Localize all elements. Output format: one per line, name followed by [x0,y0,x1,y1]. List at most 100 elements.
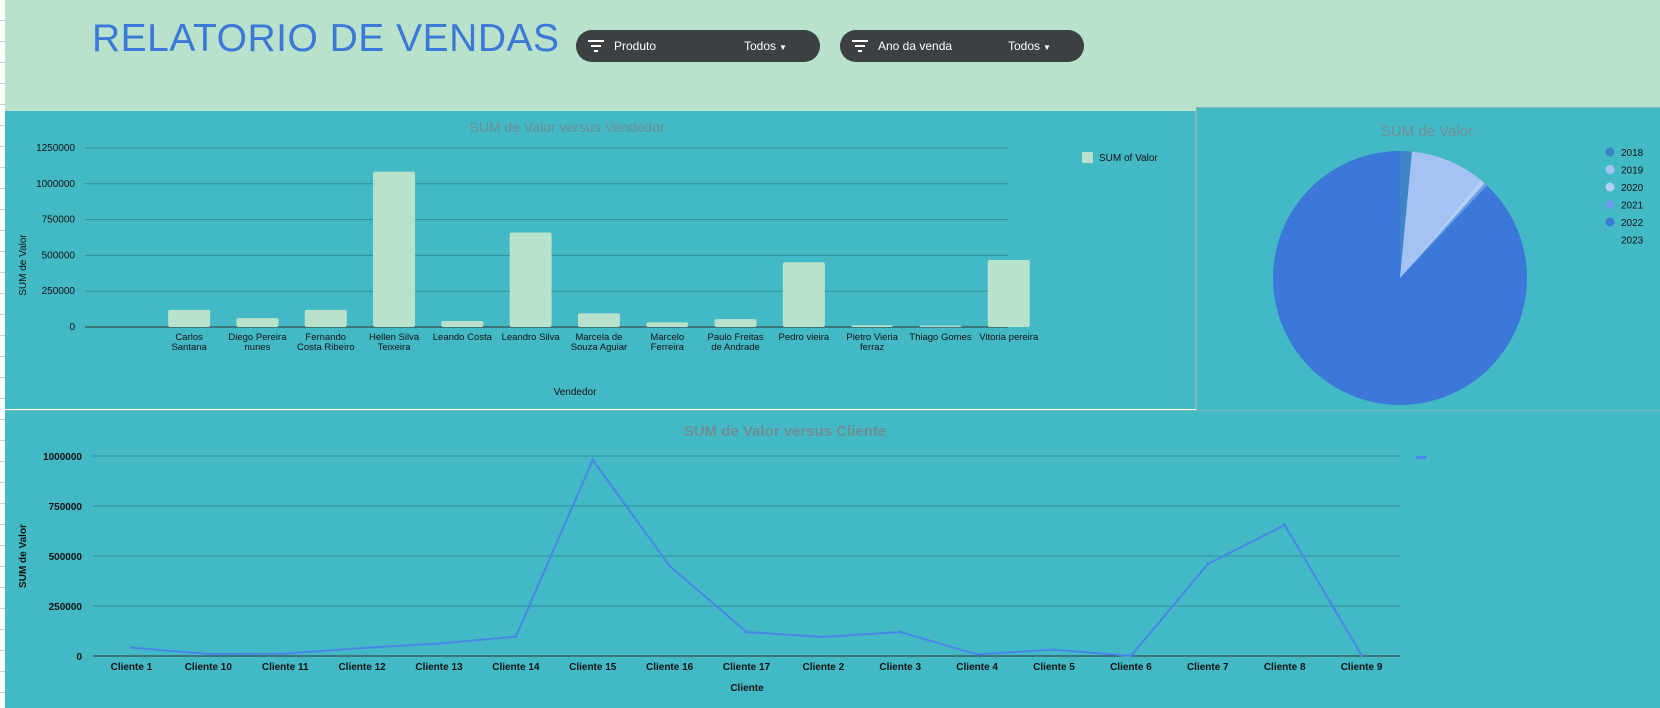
data-point [514,635,518,639]
bar [236,318,279,327]
bar [782,262,825,327]
x-tick-label: ferraz [860,342,885,353]
y-tick-label: 250000 [42,286,76,297]
filter-value[interactable]: Todos ▼ [744,39,787,53]
x-tick-label: Cliente 9 [1341,662,1383,673]
x-tick-label: Ferreira [651,342,685,353]
x-tick-label: Cliente 7 [1187,662,1229,673]
x-tick-label: Leandro Silva [502,332,561,343]
dropdown-arrow-icon: ▼ [1043,43,1051,52]
pie-chart-panel: SUM de Valor 2018 2019 2020 2021 2022 2023 [1196,107,1660,410]
legend-swatch [1416,456,1426,459]
bar [509,232,552,327]
data-point [821,635,825,639]
x-tick-label: Cliente 15 [569,662,617,673]
filter-icon [588,40,604,52]
x-tick-label: Teixeira [378,342,411,353]
x-tick-label: Santana [171,342,207,353]
bar [441,320,484,327]
bar [168,309,211,327]
data-point [668,564,672,568]
bar-chart: SUM de Valor versus Vendedor 1250000 10000… [18,119,1158,398]
chart-title: SUM de Valor [1381,123,1473,140]
filter-produto[interactable]: Produto Todos ▼ [576,30,820,62]
data-point [1206,562,1210,566]
data-point [898,630,902,634]
x-tick-label: Cliente 17 [723,662,771,673]
chart-title: SUM de Valor versus Vendedor [469,119,664,135]
x-tick-label: Cliente 12 [338,662,386,673]
data-point [206,652,210,656]
y-tick-label: 500000 [49,552,83,563]
data-point [591,458,595,462]
bar [304,309,347,327]
filter-value[interactable]: Todos ▼ [1008,39,1051,53]
x-tick-label: Vitoria pereira [979,332,1039,343]
x-tick-label: Cliente 13 [415,662,463,673]
data-point [360,646,364,650]
series-line [131,457,1363,658]
x-axis-label: Cliente [730,683,764,694]
x-tick-label: Cliente 6 [1110,662,1152,673]
legend-marker [1605,182,1615,192]
data-point [745,630,748,634]
data-point [437,642,441,646]
dashboard-header: RELATORIO DE VENDAS Produto Todos ▼ Ano d… [5,0,1660,111]
x-tick-label: Cliente 5 [1033,662,1075,673]
y-tick-label: 750000 [42,215,76,226]
y-tick-label: 1250000 [36,143,75,154]
x-tick-label: Leando Costa [433,332,493,343]
bar [577,313,620,327]
legend-swatch [1082,152,1093,163]
dropdown-arrow-icon: ▼ [779,43,787,52]
line-chart-panel: SUM de Valor versus Cliente 1000000 750000… [5,410,1660,708]
x-tick-label: Cliente 4 [956,662,998,673]
legend-marker [1605,200,1615,209]
y-tick-label: 0 [76,652,82,663]
x-tick-label: Cliente 1 [111,662,153,673]
x-tick-label: Souza Aguiar [571,342,628,353]
y-tick-label: 500000 [42,250,76,261]
page-title: RELATORIO DE VENDAS [92,17,560,60]
x-tick-label: nunes [245,342,271,353]
chart-title: SUM de Valor versus Cliente [684,423,887,440]
line-chart: SUM de Valor versus Cliente 1000000 750000… [18,423,1426,694]
y-axis-label: SUM de Valor [18,524,29,588]
filter-ano-da-venda[interactable]: Ano da venda Todos ▼ [840,30,1084,62]
x-tick-label: Thiago Gomes [909,332,972,343]
legend-label: 2019 [1621,166,1644,177]
pie-chart: SUM de Valor 2018 2019 2020 2021 2022 2023 [1273,123,1644,405]
y-tick-label: 750000 [49,502,83,513]
legend-marker [1605,235,1615,244]
x-tick-label: Cliente 10 [185,662,233,673]
bar [646,322,689,327]
legend-label: 2022 [1621,218,1644,229]
legend-label: 2020 [1621,183,1644,194]
legend-marker [1605,217,1615,227]
data-point [283,652,287,656]
x-tick-label: Cliente 11 [262,662,309,673]
bar [373,171,416,327]
legend-marker [1605,147,1615,157]
bar [919,325,962,327]
x-tick-label: Costa Ribeiro [297,342,355,353]
pie-slice [1273,151,1527,405]
x-tick-label: Cliente 3 [879,662,921,673]
legend-label: 2018 [1621,148,1644,159]
filter-label: Ano da venda [878,39,953,53]
data-point [129,646,133,650]
x-tick-label: Pedro vieira [778,332,829,343]
x-tick-label: Cliente 16 [646,662,694,673]
data-point [1052,648,1056,652]
data-point [1129,654,1133,658]
data-point [975,652,979,656]
y-tick-label: 1000000 [36,179,75,190]
x-tick-label: Cliente 2 [803,662,845,673]
y-tick-label: 0 [69,322,75,333]
bar [851,325,894,327]
x-axis-label: Vendedor [554,387,597,398]
data-point [1360,653,1364,657]
x-tick-label: Cliente 14 [492,662,540,673]
legend-label: SUM of Valor [1099,153,1158,164]
x-tick-label: Cliente 8 [1264,662,1306,673]
